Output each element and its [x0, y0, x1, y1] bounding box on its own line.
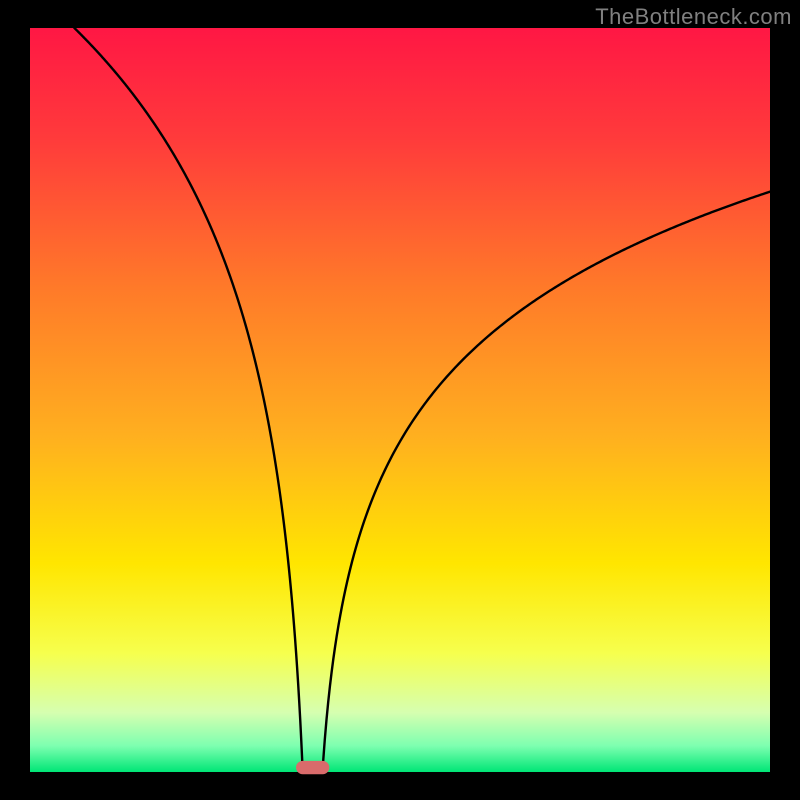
watermark-text: TheBottleneck.com	[595, 4, 792, 30]
plot-background	[30, 28, 770, 772]
chart-svg	[0, 0, 800, 800]
chart-container	[0, 0, 800, 800]
bottleneck-marker	[296, 761, 329, 774]
